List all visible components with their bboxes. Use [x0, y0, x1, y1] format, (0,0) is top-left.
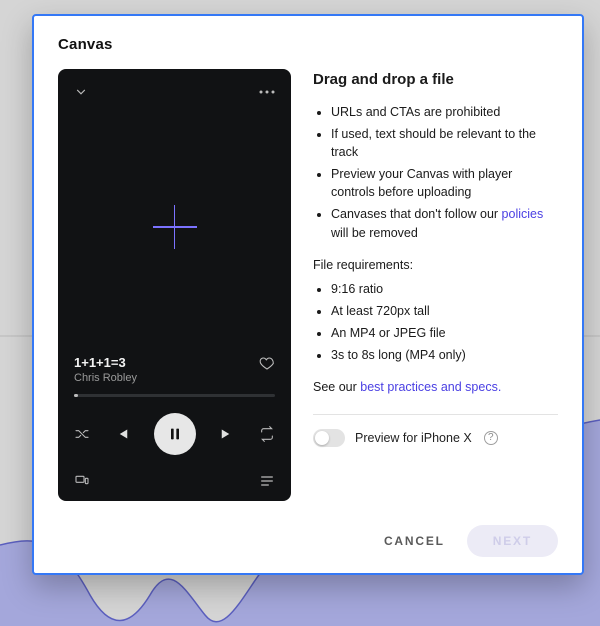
preview-iphone-x-label: Preview for iPhone X [355, 429, 472, 447]
file-req-item: 9:16 ratio [331, 280, 558, 298]
canvas-upload-modal: Canvas 1+1+1 [32, 14, 584, 575]
file-req-item: An MP4 or JPEG file [331, 324, 558, 342]
preview-iphone-x-toggle[interactable] [313, 429, 345, 447]
cancel-button[interactable]: CANCEL [384, 534, 445, 548]
divider [313, 414, 558, 415]
file-requirements-heading: File requirements: [313, 256, 558, 274]
rule-item: If used, text should be relevant to the … [331, 125, 558, 161]
more-options-icon[interactable] [259, 90, 275, 94]
canvas-dropzone[interactable] [74, 101, 275, 353]
play-pause-button[interactable] [154, 413, 196, 455]
plus-icon [153, 205, 197, 249]
previous-track-icon[interactable] [113, 425, 131, 443]
modal-title: Canvas [58, 36, 558, 53]
instructions-heading: Drag and drop a file [313, 69, 558, 91]
chevron-down-icon[interactable] [74, 85, 88, 99]
devices-icon[interactable] [74, 473, 90, 489]
shuffle-icon[interactable] [74, 426, 90, 442]
track-title: 1+1+1=3 [74, 355, 137, 370]
instructions-panel: Drag and drop a file URLs and CTAs are p… [313, 69, 558, 501]
rule-item: URLs and CTAs are prohibited [331, 103, 558, 121]
canvas-player-preview: 1+1+1=3 Chris Robley [58, 69, 291, 501]
file-requirements-list: 9:16 ratio At least 720px tall An MP4 or… [313, 280, 558, 365]
next-track-icon[interactable] [218, 425, 236, 443]
queue-icon[interactable] [259, 473, 275, 489]
track-artist: Chris Robley [74, 372, 137, 384]
file-req-item: 3s to 8s long (MP4 only) [331, 346, 558, 364]
file-req-item: At least 720px tall [331, 302, 558, 320]
rule-item: Preview your Canvas with player controls… [331, 165, 558, 201]
heart-icon[interactable] [259, 355, 275, 371]
policies-link[interactable]: policies [502, 207, 544, 221]
see-specs-line: See our best practices and specs. [313, 378, 558, 396]
rule-item: Canvases that don't follow our policies … [331, 205, 558, 241]
progress-bar[interactable] [74, 394, 275, 397]
best-practices-link[interactable]: best practices and specs. [360, 380, 501, 394]
help-icon[interactable]: ? [484, 431, 498, 445]
next-button[interactable]: NEXT [467, 525, 558, 557]
repeat-icon[interactable] [259, 426, 275, 442]
rules-list: URLs and CTAs are prohibited If used, te… [313, 103, 558, 242]
